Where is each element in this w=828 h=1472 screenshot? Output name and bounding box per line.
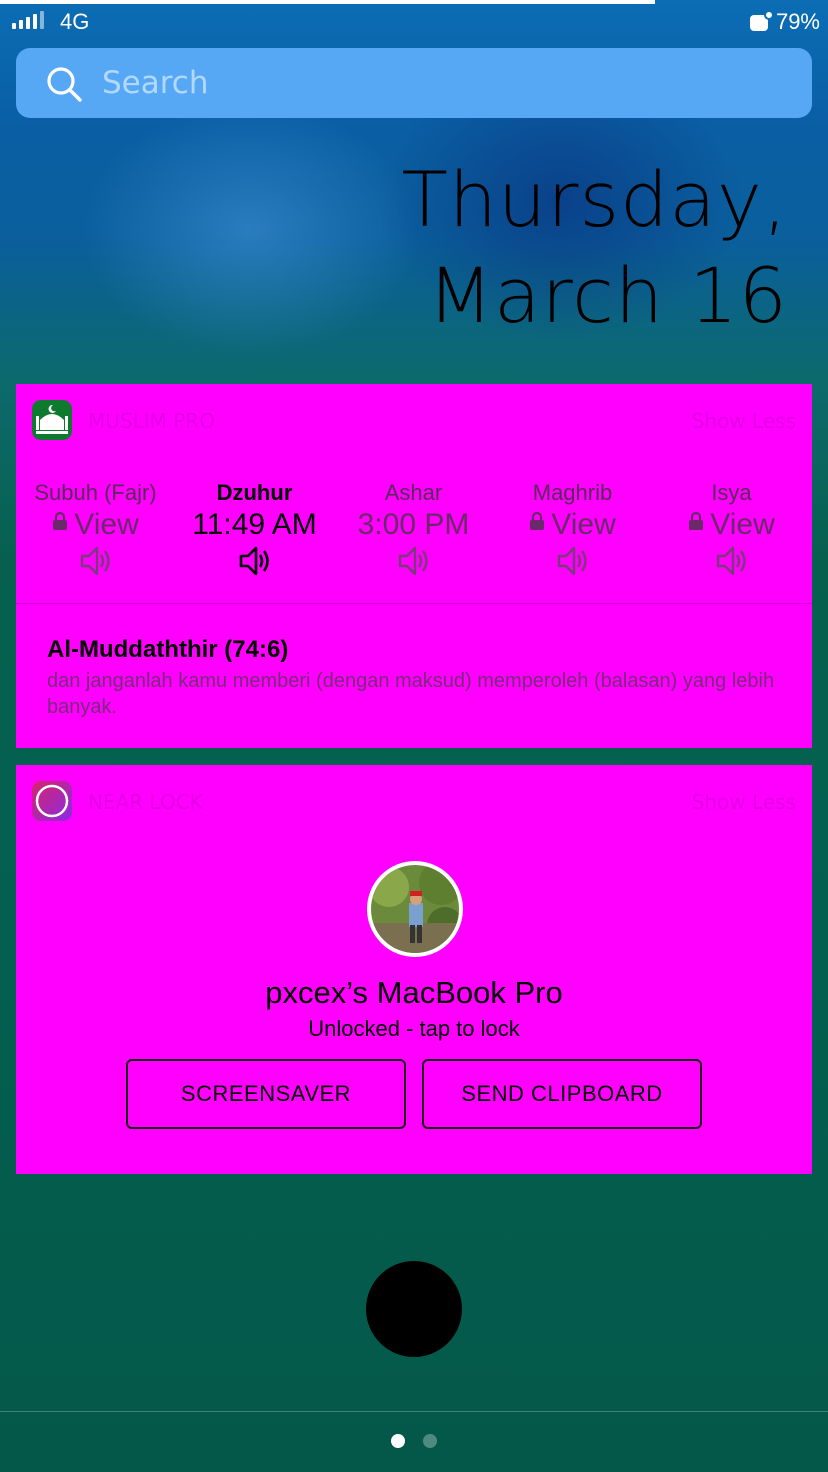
home-button[interactable] xyxy=(366,1261,462,1357)
prayer-time[interactable]: View xyxy=(652,506,811,544)
speaker-icon[interactable] xyxy=(238,544,272,578)
lock-icon xyxy=(53,511,68,530)
widget-app-name: NEAR LOCK xyxy=(88,790,203,814)
show-less-link[interactable]: Show Less xyxy=(692,409,796,433)
status-bar: 4G 79% xyxy=(0,6,828,38)
weekday-label: Thursday, xyxy=(401,155,788,244)
network-type: 4G xyxy=(60,9,90,34)
prayer-name: Ashar xyxy=(384,480,443,505)
avatar[interactable] xyxy=(367,861,463,957)
show-less-link[interactable]: Show Less xyxy=(692,790,796,814)
send-clipboard-button[interactable]: SEND CLIPBOARD xyxy=(422,1059,702,1129)
prayer-name: Dzuhur xyxy=(216,480,293,505)
prayer-name: Maghrib xyxy=(532,480,613,505)
search-icon xyxy=(47,67,82,102)
speaker-icon[interactable] xyxy=(715,544,749,578)
screensaver-button[interactable]: SCREENSAVER xyxy=(126,1059,406,1129)
widget-app-name: MUSLIM PRO xyxy=(88,409,215,433)
battery-icon xyxy=(749,10,774,32)
speaker-icon[interactable] xyxy=(556,544,590,578)
page-dot-1[interactable] xyxy=(391,1434,405,1448)
mosque-app-icon xyxy=(32,400,72,440)
search-bar[interactable] xyxy=(16,48,812,118)
prayer-times-widget[interactable]: MUSLIM PRO Show Less Subuh (Fajr) View D… xyxy=(16,384,812,748)
widget-header: MUSLIM PRO Show Less xyxy=(32,400,796,440)
speaker-icon[interactable] xyxy=(397,544,431,578)
battery-indicator: 79% xyxy=(749,9,820,35)
prayer-item-dzuhur[interactable]: Dzuhur 11:49 AM xyxy=(175,480,334,578)
loading-progress-bar xyxy=(0,0,655,4)
lock-icon xyxy=(689,511,704,530)
prayer-name: Subuh (Fajr) xyxy=(34,480,157,505)
date-display: Thursday, March 16 xyxy=(401,152,788,344)
device-name: pxcex’s MacBook Pro xyxy=(265,975,563,1010)
device-lock-status[interactable]: Unlocked - tap to lock xyxy=(16,1016,812,1042)
speaker-icon[interactable] xyxy=(79,544,113,578)
prayer-name: Isya xyxy=(711,480,752,505)
dock-divider xyxy=(0,1411,828,1412)
prayer-time: 11:49 AM xyxy=(192,508,317,541)
widget-header: NEAR LOCK Show Less xyxy=(32,781,796,821)
prayer-times-row: Subuh (Fajr) View Dzuhur 11:49 AM Ashar … xyxy=(16,480,812,576)
month-day-label: March 16 xyxy=(427,251,788,340)
app-logo-icon xyxy=(32,781,72,821)
prayer-time: 3:00 PM xyxy=(357,508,470,541)
verse-text: dan janganlah kamu memberi (dengan maksu… xyxy=(47,670,775,718)
battery-percent: 79% xyxy=(775,9,820,34)
page-dot-2[interactable] xyxy=(423,1434,437,1448)
prayer-item-fajr[interactable]: Subuh (Fajr) View xyxy=(16,480,175,578)
prayer-item-isya[interactable]: Isya View xyxy=(652,480,811,578)
prayer-item-maghrib[interactable]: Maghrib View xyxy=(493,480,652,578)
widget-divider xyxy=(16,603,812,604)
prayer-time[interactable]: View xyxy=(16,506,175,544)
signal-strength-icon xyxy=(12,11,44,29)
page-indicator[interactable] xyxy=(0,1434,828,1448)
mac-unlock-widget[interactable]: NEAR LOCK Show Less pxcex’s MacBook Pro … xyxy=(16,765,812,1174)
verse-title[interactable]: Al-Muddaththir (74:6) xyxy=(47,636,288,664)
prayer-item-ashar[interactable]: Ashar 3:00 PM xyxy=(334,480,493,578)
prayer-time[interactable]: View xyxy=(493,506,652,544)
lock-icon xyxy=(530,511,545,530)
search-input[interactable] xyxy=(102,60,792,106)
